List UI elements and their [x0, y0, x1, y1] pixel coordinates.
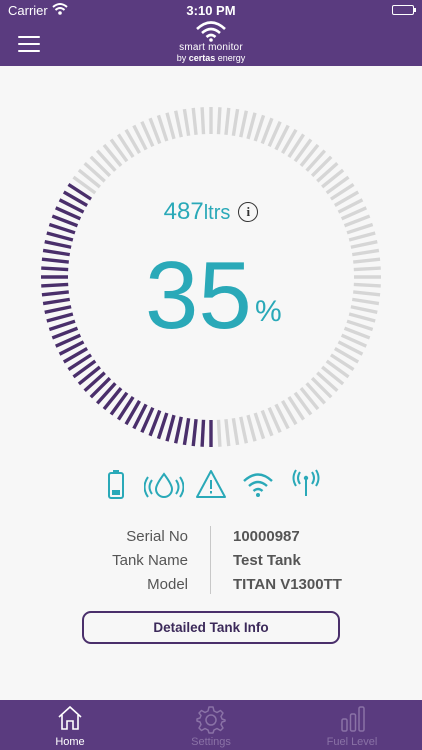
- gauge-tick-empty: [239, 110, 249, 138]
- gauge-tick-empty: [350, 239, 378, 249]
- serial-label: Serial No: [126, 528, 188, 545]
- battery-status-icon: [392, 5, 416, 15]
- gauge-tick-empty: [246, 112, 257, 140]
- litres-unit: ltrs: [203, 202, 231, 224]
- gauge-tick-empty: [191, 107, 198, 135]
- tank-name-label: Tank Name: [112, 552, 188, 569]
- serial-value: 10000987: [233, 528, 300, 545]
- antenna-icon[interactable]: [292, 468, 320, 500]
- details-divider: [210, 526, 211, 594]
- tab-fuel-level-label: Fuel Level: [326, 736, 378, 748]
- tab-settings-label: Settings: [191, 736, 231, 748]
- gauge-tick-empty: [353, 290, 381, 297]
- gauge-tick-filled: [191, 419, 198, 447]
- percent-symbol: %: [255, 295, 282, 328]
- gauge-tick-filled: [200, 419, 206, 447]
- gauge-tick-empty: [173, 110, 183, 138]
- tab-settings[interactable]: Settings: [141, 700, 281, 750]
- gauge-tick-empty: [200, 107, 206, 135]
- info-icon[interactable]: i: [238, 202, 259, 222]
- gauge-tick-empty: [353, 257, 381, 264]
- water-sensor-icon[interactable]: [144, 468, 184, 500]
- litres-readout: 487ltrs i: [0, 198, 422, 226]
- tab-bar: Home Settings Fuel Level: [0, 700, 422, 750]
- gauge-tick-empty: [246, 414, 257, 442]
- gauge-tick-empty: [353, 282, 381, 288]
- gauge-tick-filled: [41, 266, 69, 272]
- gauge-tick-filled: [42, 248, 71, 257]
- tank-name-value: Test Tank: [233, 552, 301, 569]
- brand-title: smart monitor: [179, 42, 243, 53]
- gauge-tick-filled: [41, 257, 69, 264]
- gauge-tick-empty: [156, 114, 169, 142]
- wifi-icon[interactable]: [242, 468, 274, 500]
- gauge-tick-empty: [239, 416, 249, 444]
- gauge-tick-filled: [41, 282, 69, 288]
- nav-bar: smart monitor by certas energy: [0, 21, 422, 66]
- detailed-tank-info-button[interactable]: Detailed Tank Info: [82, 611, 340, 644]
- gauge-tick-filled: [182, 417, 191, 446]
- model-value: TITAN V1300TT: [233, 576, 342, 593]
- logo-wifi-icon: [196, 21, 226, 42]
- battery-icon[interactable]: [106, 468, 126, 500]
- warning-icon[interactable]: [195, 468, 227, 500]
- gauge-tick-empty: [182, 108, 191, 137]
- gauge-tick-filled: [44, 239, 72, 249]
- gauge-tick-empty: [216, 419, 222, 447]
- gauge-tick-filled: [46, 231, 74, 242]
- gauge-tick-empty: [253, 412, 266, 440]
- gauge-tick-empty: [224, 419, 231, 447]
- gauge-tick-empty: [231, 417, 240, 446]
- gauge-tick-empty: [351, 297, 380, 306]
- gauge-tick-filled: [165, 414, 176, 442]
- home-icon: [58, 705, 82, 730]
- gauge-tick-filled: [173, 416, 183, 444]
- gauge-tick-empty: [348, 231, 376, 242]
- gauge-tick-empty: [253, 114, 266, 142]
- gauge-tick-empty: [348, 312, 376, 323]
- gauge-tick-empty: [165, 112, 176, 140]
- gauge-tick-filled: [46, 312, 74, 323]
- gauge-tick-empty: [350, 305, 378, 315]
- gauge-tick-empty: [353, 266, 381, 272]
- litres-value: 487: [163, 198, 204, 225]
- gauge-tick-empty: [231, 108, 240, 137]
- sensor-status-row: [0, 468, 422, 504]
- fill-percentage: 35%: [145, 248, 282, 344]
- bar-chart-icon: [341, 706, 365, 732]
- gauge-tick-filled: [48, 319, 76, 332]
- brand-logo: smart monitor by certas energy: [0, 21, 422, 66]
- tab-fuel-level[interactable]: Fuel Level: [282, 700, 422, 750]
- tab-home-label: Home: [55, 736, 85, 748]
- gauge-tick-empty: [351, 248, 380, 257]
- gauge-tick-filled: [156, 412, 169, 440]
- gauge-tick-filled: [44, 305, 72, 315]
- model-label: Model: [147, 576, 188, 593]
- gear-icon: [196, 706, 226, 734]
- clock: 3:10 PM: [186, 3, 236, 18]
- gauge-tick-empty: [216, 107, 222, 135]
- gauge-tick-empty: [346, 319, 374, 332]
- tank-details: Serial No 10000987 Tank Name Test Tank M…: [0, 524, 422, 598]
- gauge-tick-empty: [224, 107, 231, 135]
- brand-subtitle: by certas energy: [176, 53, 246, 63]
- tab-home[interactable]: Home: [0, 700, 140, 750]
- percent-value: 35: [145, 242, 252, 349]
- gauge-tick-filled: [41, 290, 69, 297]
- gauge-tick-filled: [42, 297, 71, 306]
